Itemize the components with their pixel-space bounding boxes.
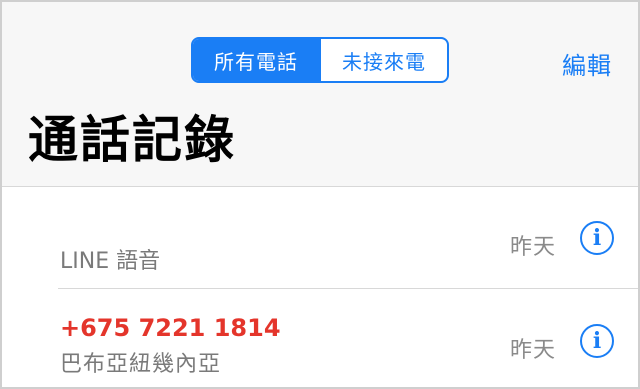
row-divider — [58, 288, 638, 289]
segment-missed-calls[interactable]: 未接來電 — [319, 39, 447, 81]
page-title: 通話記錄 — [28, 111, 236, 169]
call-time: 昨天 — [509, 235, 556, 260]
edit-button[interactable]: 編輯 — [562, 46, 612, 81]
caller-name: LINE 語音 — [60, 249, 161, 274]
call-row-line-voice[interactable]: LINE 語音 昨天 i — [2, 187, 638, 291]
segment-all-calls[interactable]: 所有電話 — [193, 39, 319, 81]
caller-number: +675 7221 1814 — [60, 314, 281, 342]
caller-location: 巴布亞紐幾內亞 — [60, 352, 222, 377]
calls-filter-segmented-control: 所有電話 未接來電 — [191, 37, 449, 83]
call-row-missed-number[interactable]: +675 7221 1814 巴布亞紐幾內亞 昨天 i — [2, 290, 638, 387]
call-time: 昨天 — [509, 338, 556, 363]
recents-screen: 所有電話 未接來電 編輯 通話記錄 LINE 語音 昨天 i +675 7221… — [2, 2, 638, 387]
info-icon[interactable]: i — [580, 324, 614, 358]
navigation-header: 所有電話 未接來電 編輯 通話記錄 — [2, 2, 638, 187]
info-icon[interactable]: i — [580, 221, 614, 255]
